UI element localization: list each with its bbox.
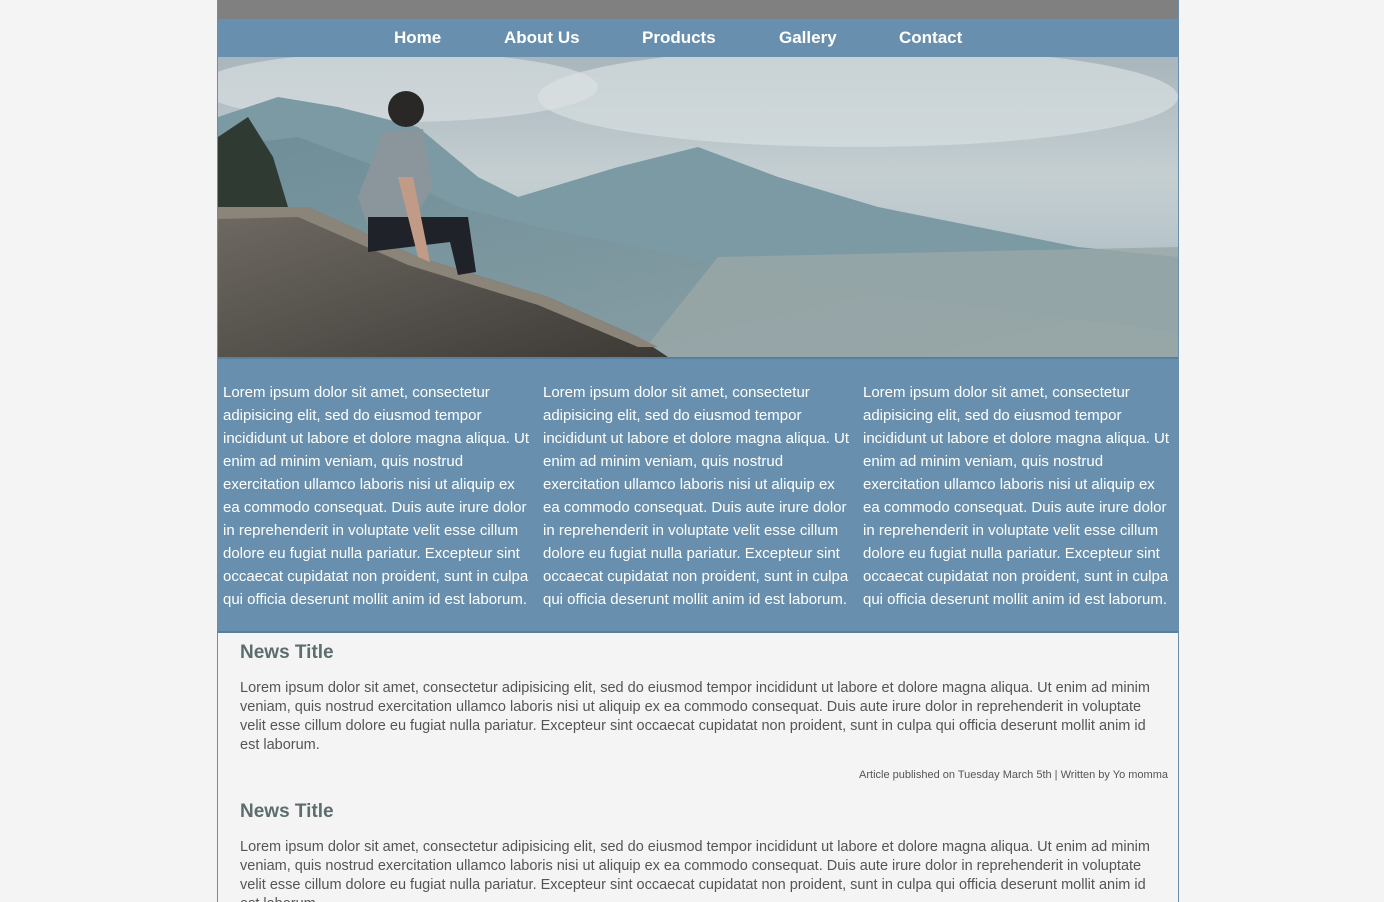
nav-contact-link[interactable]: Contact [899,28,962,48]
news-body: Lorem ipsum dolor sit amet, consectetur … [240,680,1150,753]
main-nav: Home About Us Products Gallery Contact [218,19,1178,57]
hero-image [218,57,1178,359]
nav-home-link[interactable]: Home [394,28,441,48]
hero-landscape-picture [218,57,1178,357]
feature-column-1-text: Lorem ipsum dolor sit amet, consectetur … [223,384,530,608]
page-container: Home About Us Products Gallery Contact L… [217,0,1179,902]
feature-column-2-text: Lorem ipsum dolor sit amet, consectetur … [543,384,850,608]
feature-column-3-text: Lorem ipsum dolor sit amet, consectetur … [863,384,1170,608]
news-title: News Title [240,642,334,663]
news-article: News Title Lorem ipsum dolor sit amet, c… [240,633,1168,781]
news-title: News Title [240,801,334,822]
news-section: News Title Lorem ipsum dolor sit amet, c… [218,633,1178,902]
nav-about-us-link[interactable]: About Us [504,28,580,48]
nav-gallery-link[interactable]: Gallery [779,28,837,48]
news-article: News Title Lorem ipsum dolor sit amet, c… [240,781,1168,902]
nav-products-link[interactable]: Products [642,28,716,48]
news-body: Lorem ipsum dolor sit amet, consectetur … [240,839,1150,902]
top-bar [218,0,1178,19]
news-meta: Article published on Tuesday March 5th |… [859,769,1168,781]
feature-columns: Lorem ipsum dolor sit amet, consectetur … [218,359,1178,633]
